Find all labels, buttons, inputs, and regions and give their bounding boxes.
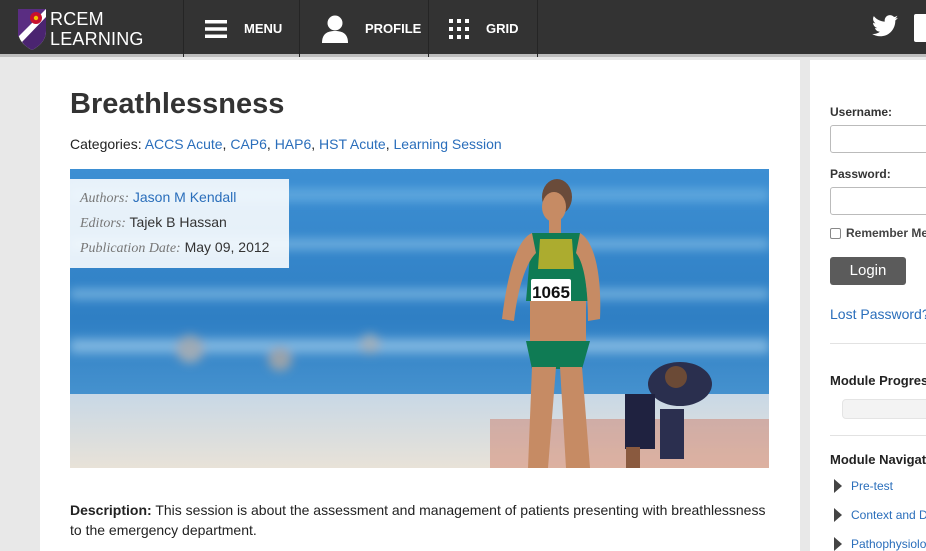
grid-icon [449,18,469,39]
caret-right-icon [834,508,842,522]
nav-link-context-definition[interactable]: Context and Definition [834,508,926,522]
authors-row: Authors: Jason M Kendall [80,188,279,213]
password-input[interactable] [830,187,926,215]
main-content: Breathlessness Categories: ACCS Acute, C… [40,60,800,551]
pubdate-label: Publication Date: [80,241,181,256]
category-link-learning-session[interactable]: Learning Session [394,136,502,152]
logo-line1: RCEM [50,8,104,29]
nav-link-label: Pre-test [851,479,894,493]
remember-label: Remember Me [846,226,926,240]
username-label: Username: [830,105,893,119]
nav-link-label: Context and Definition [851,508,926,522]
editors-value: Tajek B Hassan [129,214,227,230]
categories-label: Categories: [70,136,142,152]
description: Description: This session is about the a… [70,500,772,540]
category-link-hst-acute[interactable]: HST Acute [319,136,386,152]
caret-right-icon [834,537,842,551]
remember-me[interactable]: Remember Me [830,226,926,240]
rcem-logo[interactable]: RCEM LEARNING [0,0,184,57]
nav-link-pre-test[interactable]: Pre-test [834,479,893,493]
category-link-accs-acute[interactable]: ACCS Acute [145,136,223,152]
profile-button[interactable]: PROFILE [300,0,429,57]
category-link-hap6[interactable]: HAP6 [275,136,312,152]
pubdate-value: May 09, 2012 [184,239,270,255]
sidebar: Username: Password: Remember Me Login Lo… [810,60,926,551]
password-label: Password: [830,167,891,181]
author-link[interactable]: Jason M Kendall [133,189,237,205]
menu-button[interactable]: MENU [185,0,300,57]
module-progress-bar [842,399,926,419]
module-navigation-heading: Module Navigation [830,452,926,467]
grid-label: GRID [486,21,519,36]
module-progress-heading: Module Progress [830,373,926,388]
username-input[interactable] [830,125,926,153]
hero-image: 1065 Authors: Jason M Kendall Editors: T… [70,169,769,468]
search-box[interactable] [914,14,926,42]
sidebar-divider [830,435,926,436]
caret-right-icon [834,479,842,493]
nav-link-label: Pathophysiology [851,537,926,551]
description-label: Description: [70,502,152,518]
menu-label: MENU [244,21,283,36]
login-button[interactable]: Login [830,257,906,285]
article-meta-box: Authors: Jason M Kendall Editors: Tajek … [70,179,289,268]
profile-label: PROFILE [365,21,422,36]
grid-button[interactable]: GRID [429,0,538,57]
pubdate-row: Publication Date: May 09, 2012 [80,238,279,263]
logo-line2: LEARNING [50,28,144,49]
top-navigation-bar: RCEM LEARNING MENU PROFILE GRID [0,0,926,57]
authors-label: Authors: [80,191,129,206]
categories-line: Categories: ACCS Acute, CAP6, HAP6, HST … [70,136,502,152]
editors-label: Editors: [80,216,126,231]
hamburger-icon [205,19,227,38]
twitter-icon[interactable] [872,15,898,37]
shield-logo-icon [18,8,46,50]
description-text: This session is about the assessment and… [70,502,766,538]
sidebar-divider [830,343,926,344]
category-link-cap6[interactable]: CAP6 [230,136,267,152]
remember-checkbox[interactable] [830,227,841,239]
user-icon [322,15,348,43]
logo-text: RCEM LEARNING [50,9,144,49]
editors-row: Editors: Tajek B Hassan [80,213,279,238]
nav-link-pathophysiology[interactable]: Pathophysiology [834,537,926,551]
page-title: Breathlessness [70,88,285,120]
lost-password-link[interactable]: Lost Password? [830,306,926,322]
hero-bib-number: 1065 [532,283,570,302]
